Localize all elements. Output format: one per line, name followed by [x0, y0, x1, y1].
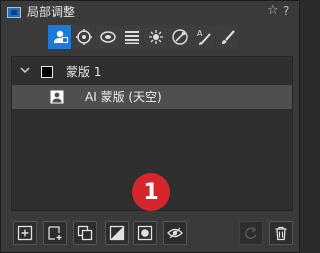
svg-text:A: A [197, 29, 203, 38]
target-brush-icon [75, 29, 92, 45]
fill-mask-button[interactable] [133, 221, 157, 245]
delete-button[interactable] [269, 221, 293, 245]
plus-layer-icon [48, 226, 62, 240]
brush-icon [221, 30, 235, 44]
panel-title: 局部调整 [27, 5, 76, 19]
reset-button[interactable] [239, 221, 263, 245]
invert-button[interactable] [105, 221, 129, 245]
person-mask-icon [50, 90, 64, 104]
bottom-toolbar [1, 219, 299, 249]
add-mask-button[interactable] [13, 221, 37, 245]
eye-icon [167, 227, 183, 239]
radial-mask-tab[interactable] [96, 25, 119, 49]
mask-row[interactable]: 蒙版 1 [12, 60, 292, 84]
ai-mask-name: AI 蒙版 (天空) [85, 90, 162, 104]
person-mask-icon [53, 30, 68, 43]
linear-mask-tab[interactable] [120, 25, 143, 49]
mask-tool-tab[interactable] [48, 25, 71, 49]
trash-icon [275, 226, 287, 241]
chevron-down-icon[interactable] [20, 65, 30, 75]
panel-titlebar: 局部调整 ☆ ? [1, 1, 299, 23]
linear-gradient-icon [124, 31, 139, 44]
step-number-badge: 1 [132, 173, 170, 211]
color-range-icon [171, 29, 188, 45]
invert-icon [109, 225, 125, 241]
ai-mask-row[interactable]: AI 蒙版 (天空) [12, 85, 292, 109]
favorite-star-icon[interactable]: ☆ [267, 3, 279, 19]
text-brush-icon: A [197, 29, 211, 45]
add-layer-button[interactable] [43, 221, 67, 245]
mask-thumbnail [41, 66, 53, 78]
text-brush-tab[interactable]: A [192, 25, 215, 49]
draw-mask-tab[interactable] [72, 25, 95, 49]
radial-icon [99, 31, 116, 43]
reset-icon [245, 226, 257, 239]
brush-tab[interactable] [216, 25, 239, 49]
magic-wand-icon [148, 30, 163, 44]
magic-brush-tab[interactable] [144, 25, 167, 49]
local-adjustments-panel: 局部调整 ☆ ? A 蒙版 1 AI 蒙版 (天空) 1 [0, 0, 300, 253]
mask-tool-tabs: A [48, 25, 239, 49]
fill-mask-icon [137, 225, 153, 241]
plus-square-icon [17, 225, 33, 241]
show-mask-button[interactable] [163, 221, 187, 245]
duplicate-button[interactable] [73, 221, 97, 245]
color-range-tab[interactable] [168, 25, 191, 49]
duplicate-icon [77, 225, 93, 241]
panel-toggle-icon[interactable] [7, 7, 21, 18]
help-icon[interactable]: ? [283, 3, 289, 19]
mask-name: 蒙版 1 [66, 65, 102, 79]
